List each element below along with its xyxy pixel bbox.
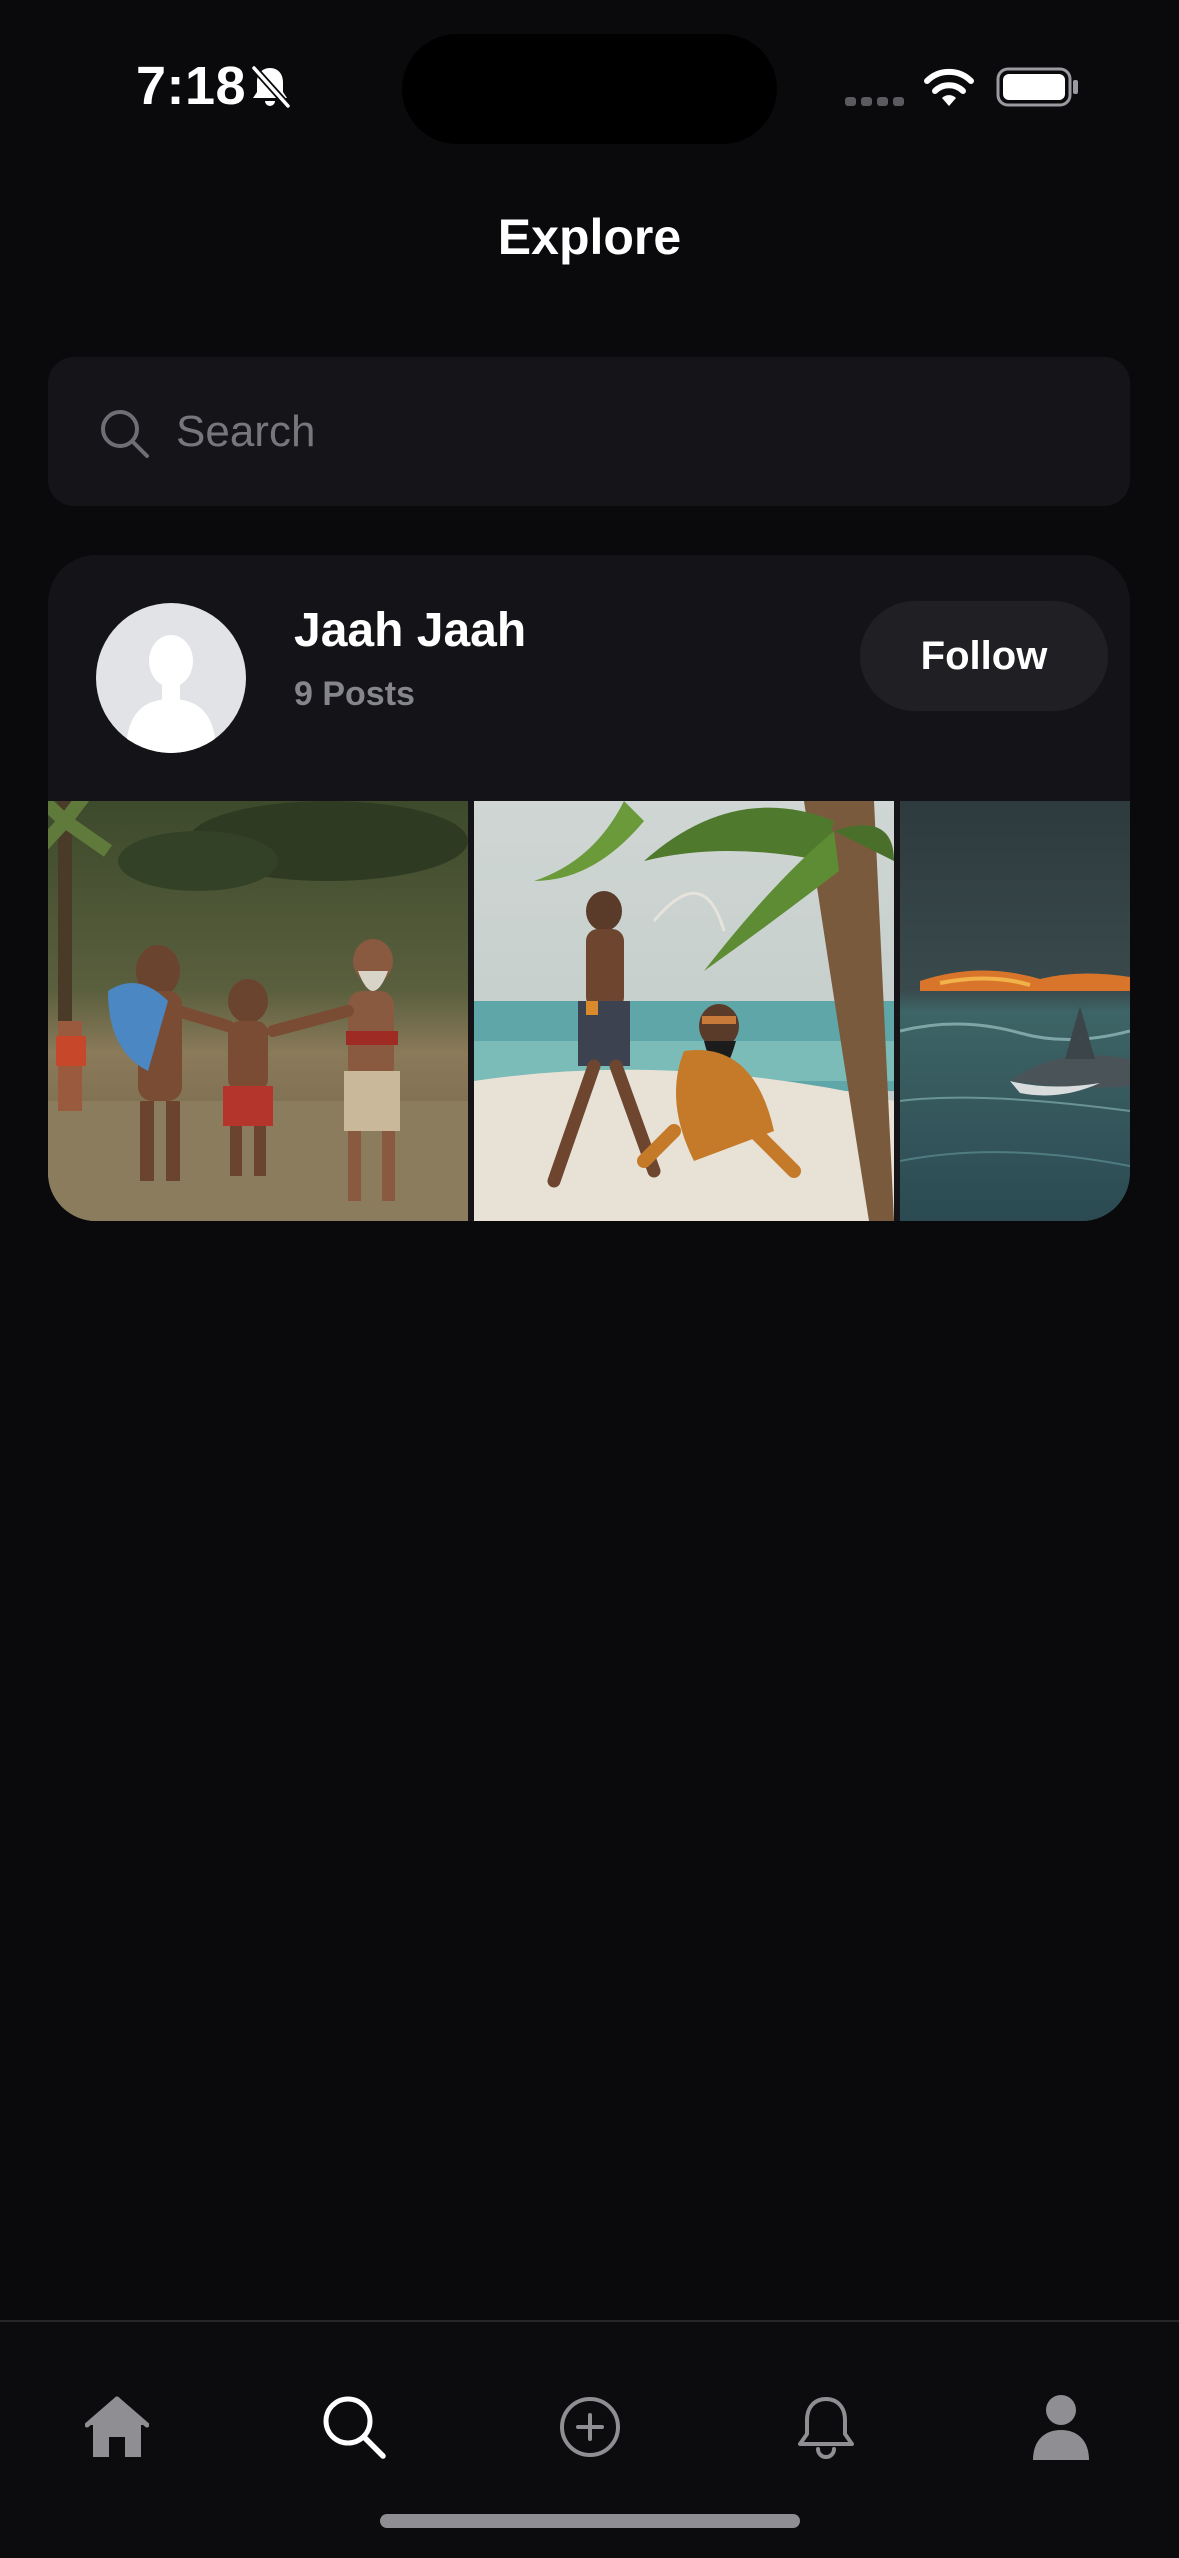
tab-notifications[interactable] [771,2372,881,2482]
search-input[interactable] [176,397,1076,467]
tab-profile[interactable] [1006,2372,1116,2482]
dynamic-island [402,34,777,144]
default-avatar-icon [126,635,216,753]
user-name[interactable]: Jaah Jaah [294,603,526,658]
post-thumbnail[interactable] [48,801,468,1221]
post-image [474,801,894,1221]
user-suggestion-card[interactable]: Jaah Jaah 9 Posts Follow [48,555,1130,1221]
post-image [900,801,1130,1221]
wifi-icon [924,68,974,106]
tab-create[interactable] [535,2372,645,2482]
follow-button[interactable]: Follow [860,601,1108,711]
post-thumbnails[interactable] [48,801,1130,1221]
user-post-count: 9 Posts [294,675,415,713]
tab-search[interactable] [299,2372,409,2482]
post-image [48,801,468,1221]
search-icon [323,2396,386,2459]
bell-icon [798,2397,854,2459]
status-time: 7:18 [136,56,247,116]
post-thumbnail[interactable] [474,801,894,1221]
status-bar: 7:18 [0,0,1179,170]
plus-circle-icon [560,2397,620,2457]
post-thumbnail[interactable] [900,801,1130,1221]
tab-home[interactable] [62,2372,172,2482]
person-icon [1033,2395,1089,2460]
page-title: Explore [497,209,682,265]
home-indicator [380,2514,800,2528]
avatar[interactable] [96,603,246,753]
signal-icon [845,97,904,106]
bell-slash-icon [251,65,291,109]
home-icon [85,2396,149,2457]
search-icon [101,410,149,458]
battery-icon [996,67,1078,107]
search-bar[interactable] [48,357,1130,506]
